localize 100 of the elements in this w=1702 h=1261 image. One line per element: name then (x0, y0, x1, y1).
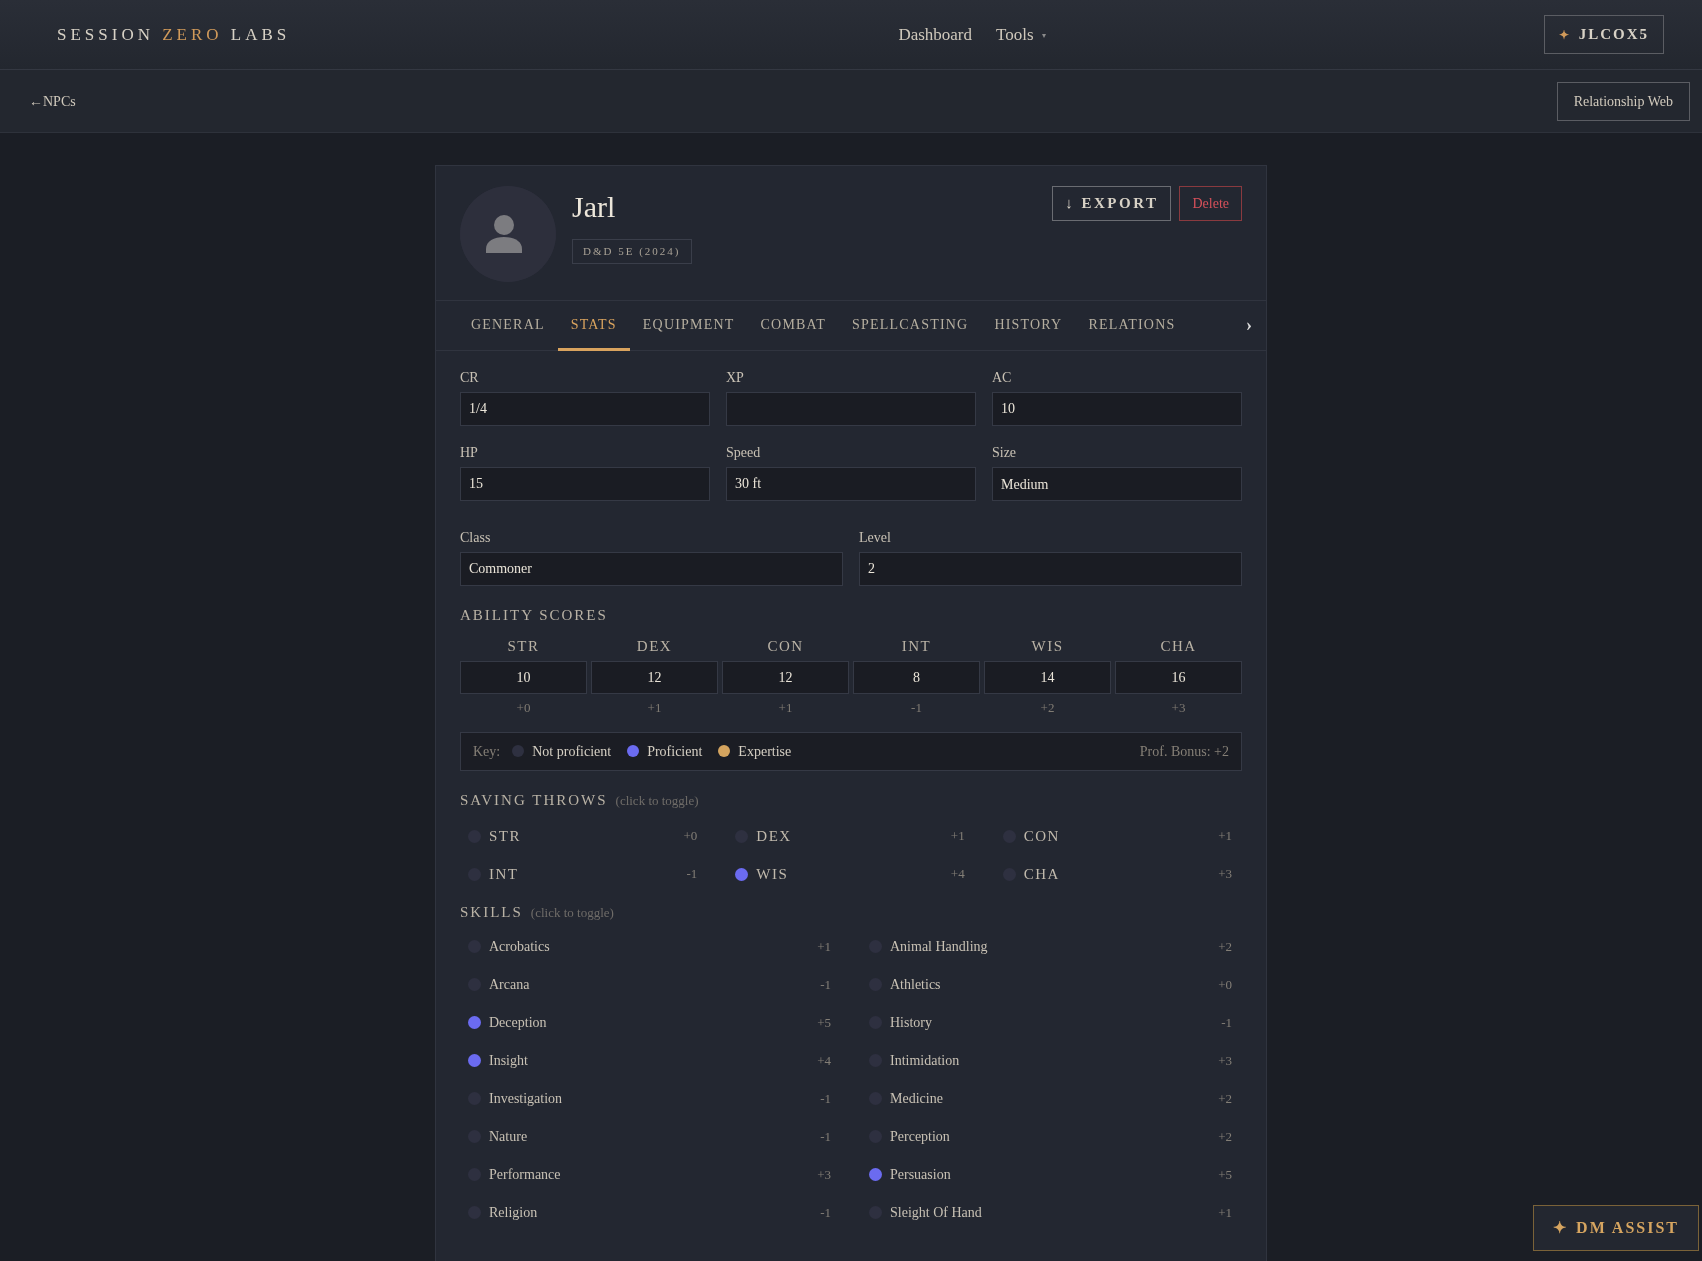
dm-assist-button[interactable]: ✦ DM ASSIST (1533, 1205, 1699, 1251)
ability-score-field[interactable]: 12 (591, 661, 718, 694)
stat-name: CON (1023, 826, 1060, 846)
export-button[interactable]: ↓ EXPORT (1052, 186, 1172, 221)
ability-name: WIS (1030, 636, 1065, 656)
modifier: +0 (1218, 975, 1232, 994)
ability-score-field[interactable]: 10 (460, 661, 587, 694)
hint-text: (click to toggle) (530, 904, 614, 922)
ability-modifier: +2 (1039, 699, 1056, 717)
ability-score-field[interactable]: 12 (722, 661, 849, 694)
modifier: +1 (817, 937, 831, 956)
back-link[interactable]: ←NPCs (29, 90, 76, 112)
stat-name: Performance (489, 1166, 561, 1184)
input-field[interactable]: 15 (460, 467, 710, 501)
delete-button[interactable]: Delete (1179, 186, 1242, 221)
skill-row[interactable]: Arcana -1 (460, 965, 841, 1004)
skill-row[interactable]: Sleight Of Hand +1 (861, 1193, 1242, 1232)
system-tag: D&D 5E (2024) (572, 239, 692, 264)
tab[interactable]: GENERAL (458, 301, 558, 351)
ability-score-field[interactable]: 14 (984, 661, 1111, 694)
stat-name: Athletics (890, 976, 941, 994)
stat-name: Religion (489, 1204, 538, 1222)
brand-word[interactable]: SESSION (57, 24, 154, 44)
modifier: +3 (817, 1165, 831, 1184)
tab[interactable]: COMBAT (747, 301, 840, 351)
tab[interactable]: EQUIPMENT (629, 301, 748, 351)
modifier: -1 (820, 975, 831, 994)
input-field[interactable]: 10 (991, 392, 1242, 426)
ability-modifier: +3 (1170, 699, 1187, 717)
modifier: +3 (1218, 1051, 1232, 1070)
brand-word[interactable]: LABS (230, 24, 291, 44)
tab[interactable]: STATS (557, 301, 630, 351)
modifier: -1 (820, 1203, 831, 1222)
input-field[interactable] (726, 392, 976, 426)
skill-row[interactable]: Perception +2 (861, 1117, 1242, 1156)
size-select[interactable]: Medium (991, 467, 1242, 501)
section-title: ABILITY SCORES (460, 606, 609, 625)
stat-name: Insight (489, 1052, 528, 1070)
saving-throw-row[interactable]: STR +0 (460, 817, 708, 855)
saving-throw-row[interactable]: DEX +1 (727, 817, 975, 855)
brand-word[interactable]: ZERO (162, 24, 223, 44)
ability-name: CHA (1159, 636, 1198, 656)
skill-row[interactable]: Acrobatics +1 (460, 927, 841, 966)
modifier: -1 (1221, 1013, 1232, 1032)
legend-label: Proficient (647, 742, 703, 761)
tab[interactable]: HISTORY (981, 301, 1076, 351)
skill-row[interactable]: Deception +5 (460, 1003, 841, 1042)
modifier: +5 (1218, 1165, 1232, 1184)
skill-row[interactable]: Investigation -1 (460, 1079, 841, 1118)
skill-row[interactable]: Performance +3 (460, 1155, 841, 1194)
saving-throw-row[interactable]: CHA +3 (994, 855, 1242, 893)
scroll-right-button[interactable]: › (1244, 312, 1254, 339)
nav-link[interactable]: Dashboard (898, 21, 973, 48)
ability-modifier: +1 (777, 699, 794, 717)
saving-throw-row[interactable]: CON +1 (994, 817, 1242, 855)
nav-link[interactable]: Tools ▾ (996, 21, 1046, 48)
skill-row[interactable]: History -1 (861, 1003, 1242, 1042)
input-field[interactable]: 1/4 (460, 392, 710, 426)
field-label: Level (859, 529, 892, 547)
proficiency-dot[interactable] (869, 1168, 882, 1181)
saving-throw-row[interactable]: WIS +4 (727, 855, 975, 893)
stat-name: Medicine (890, 1090, 943, 1108)
skill-row[interactable]: Intimidation +3 (861, 1041, 1242, 1080)
input-field[interactable]: 30 ft (726, 467, 976, 501)
modifier: +3 (1218, 865, 1232, 884)
proficiency-dot[interactable] (735, 867, 749, 881)
npc-name: Jarl (572, 190, 616, 223)
user-button[interactable]: ✦ JLCOX5 (1543, 15, 1664, 54)
stat-name: STR (489, 826, 521, 846)
input-field[interactable]: 2 (859, 552, 1242, 586)
skill-row[interactable]: Insight +4 (460, 1041, 841, 1080)
tab[interactable]: SPELLCASTING (839, 301, 982, 351)
stat-name: WIS (756, 864, 789, 884)
skill-row[interactable]: Religion -1 (460, 1193, 841, 1232)
skill-row[interactable]: Medicine +2 (861, 1079, 1242, 1118)
tab[interactable]: RELATIONS (1075, 301, 1189, 351)
modifier: +0 (683, 827, 698, 846)
ability-modifier: +1 (646, 699, 663, 717)
stat-name: Perception (890, 1128, 950, 1146)
stat-name: Investigation (489, 1090, 563, 1108)
proficiency-bonus: Prof. Bonus: +2 (1139, 742, 1229, 761)
modifier: +4 (817, 1051, 831, 1070)
modifier: +1 (1218, 827, 1232, 846)
saving-throw-row[interactable]: INT -1 (460, 855, 708, 893)
skill-row[interactable]: Nature -1 (460, 1117, 841, 1156)
skill-row[interactable]: Animal Handling +2 (861, 927, 1242, 966)
section-title: SKILLS (460, 903, 523, 922)
relationship-web-button[interactable]: Relationship Web (1556, 81, 1690, 121)
modifier: +2 (1218, 1127, 1232, 1146)
stat-name: Intimidation (890, 1052, 960, 1070)
proficiency-dot[interactable] (468, 1016, 481, 1029)
proficiency-dot[interactable] (468, 1054, 481, 1067)
skill-row[interactable]: Athletics +0 (861, 965, 1242, 1004)
input-field[interactable]: Commoner (460, 552, 843, 586)
ability-score-field[interactable]: 16 (1115, 661, 1242, 694)
field-label: AC (991, 369, 1013, 387)
stat-name: DEX (756, 826, 792, 846)
ability-score-field[interactable]: 8 (853, 661, 980, 694)
skill-row[interactable]: Persuasion +5 (861, 1155, 1242, 1194)
modifier: -1 (686, 865, 698, 884)
